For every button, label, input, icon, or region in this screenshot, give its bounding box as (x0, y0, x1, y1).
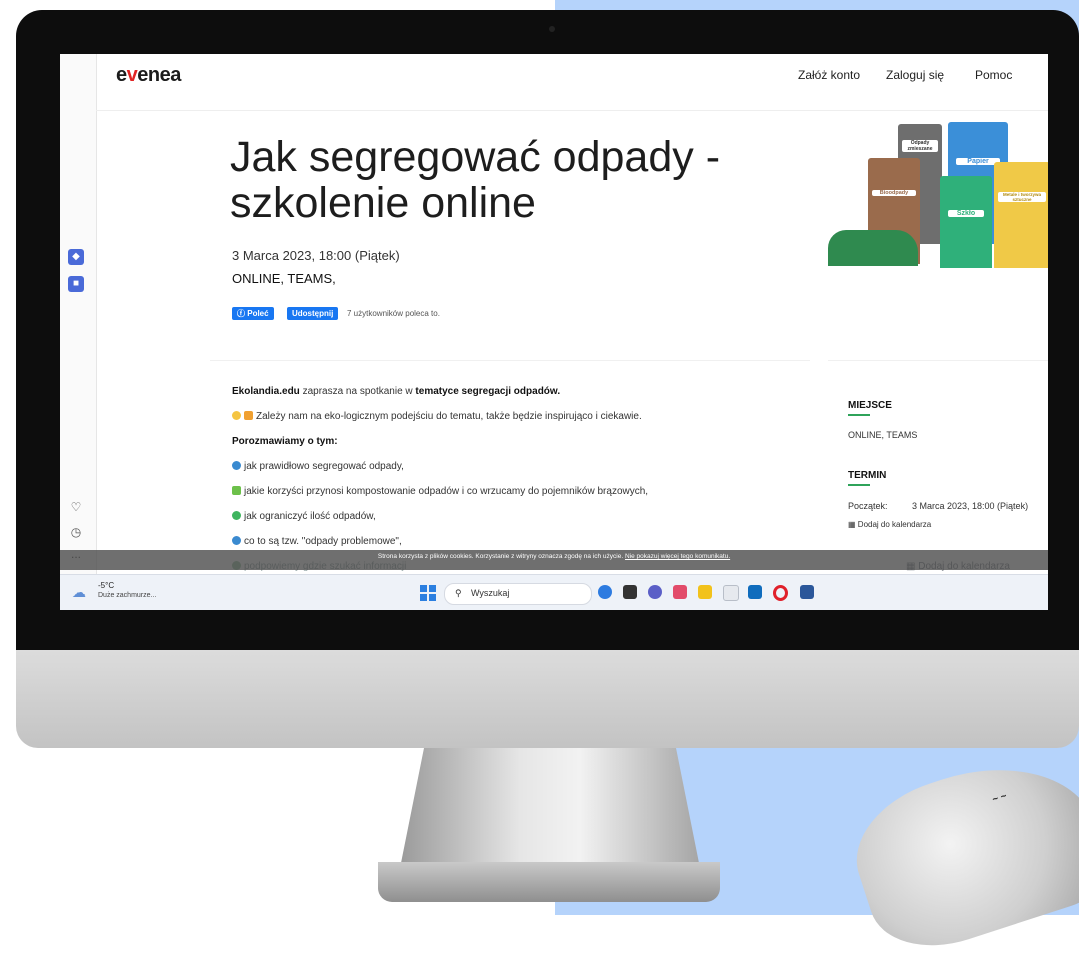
place-heading: MIEJSCE (848, 400, 892, 411)
monitor-stand-foot (378, 862, 720, 902)
task-view-icon[interactable] (623, 585, 637, 599)
windows-taskbar: ☁ -5°C Duże zachmurze... ⚲ Wyszukaj (60, 574, 1048, 610)
search-placeholder: Wyszukaj (471, 588, 510, 598)
pointing-hand-icon (244, 411, 253, 420)
intro-paragraph: Ekolandia.edu zaprasza na spotkanie w te… (232, 386, 561, 397)
term-heading: TERMIN (848, 470, 887, 481)
list-item: jakie korzyści przynosi kompostowanie od… (232, 486, 648, 497)
start-label: Początek: (848, 501, 888, 511)
seedling-icon (232, 486, 241, 495)
windows-start-icon[interactable] (420, 585, 436, 601)
event-date: 3 Marca 2023, 18:00 (Piątek) (232, 248, 400, 263)
event-location: ONLINE, TEAMS, (232, 271, 336, 286)
opera-browser-icon[interactable] (773, 585, 788, 601)
sidebar-app-icon[interactable]: ◆ (68, 249, 84, 265)
header-divider (96, 110, 1048, 111)
bin-metal: Metale i tworzywa sztuczne (994, 162, 1048, 268)
start-value: 3 Marca 2023, 18:00 (Piątek) (912, 501, 1029, 511)
recommend-button[interactable]: ⓕ Poleć (232, 307, 274, 320)
notepad-icon[interactable] (723, 585, 739, 601)
word-icon[interactable] (800, 585, 814, 599)
sidebar-divider (828, 360, 1048, 361)
list-item: jak ograniczyć ilość odpadów, (232, 511, 376, 522)
search-icon: ⚲ (455, 588, 462, 598)
globe-icon (232, 536, 241, 545)
bing-icon[interactable] (598, 585, 612, 599)
sidebar-outlook-icon[interactable]: ■ (68, 276, 84, 292)
history-icon[interactable]: ◷ (68, 525, 84, 539)
snipping-tool-icon[interactable] (673, 585, 687, 599)
content-divider (210, 360, 810, 361)
event-title: Jak segregować odpady - szkolenie online (230, 133, 721, 227)
paper-scribble: ~ ~ (991, 790, 1009, 806)
webcam (549, 26, 555, 32)
taskbar-search[interactable]: ⚲ Wyszukaj (444, 583, 592, 605)
chat-icon[interactable] (648, 585, 662, 599)
calendar-icon: ▦ (848, 520, 856, 529)
cookie-banner: Strona korzysta z plików cookies. Korzys… (60, 550, 1048, 570)
waste-bins-illustration: Odpady zmieszane Papier Bioodpady Szkło … (828, 118, 1048, 268)
nav-help[interactable]: Pomoc (975, 68, 1012, 82)
cookie-text: Strona korzysta z plików cookies. Korzys… (377, 553, 624, 560)
cookie-dismiss-link[interactable]: Nie pokazuj więcej tego komunikatu. (625, 553, 730, 560)
outlook-icon[interactable] (748, 585, 762, 599)
add-to-calendar-link[interactable]: ▦ Dodaj do kalendarza (848, 520, 931, 529)
heart-icon[interactable]: ♡ (68, 500, 84, 514)
bin-glass: Szkło (940, 176, 992, 268)
place-underline (848, 414, 870, 416)
screen: ◆ ■ ♡ ◷ ... evenea Załóż konto Zaloguj s… (60, 54, 1048, 610)
file-explorer-icon[interactable] (698, 585, 712, 599)
share-button[interactable]: Udostępnij (287, 307, 339, 320)
nav-signup[interactable]: Załóż konto (798, 68, 860, 82)
place-value: ONLINE, TEAMS (848, 430, 918, 440)
cloud-icon[interactable]: ☁ (72, 584, 86, 601)
recycle-icon (232, 511, 241, 520)
talk-heading: Porozmawiamy o tym: (232, 436, 338, 447)
monitor-chin (16, 650, 1079, 748)
recommend-count: 7 użytkowników poleca to. (347, 309, 440, 318)
browser-sidebar: ◆ ■ ♡ ◷ ... (60, 54, 97, 574)
globe-icon (232, 461, 241, 470)
weather-description[interactable]: Duże zachmurze... (98, 592, 156, 599)
term-underline (848, 484, 870, 486)
monitor-stand-neck (400, 748, 700, 868)
list-item: co to są tzw. "odpady problemowe", (232, 536, 402, 547)
eco-line: Zależy nam na eko-logicznym podejściu do… (232, 411, 642, 422)
evenea-logo[interactable]: evenea (116, 64, 181, 87)
list-item: jak prawidłowo segregować odpady, (232, 461, 404, 472)
nav-login[interactable]: Zaloguj się (886, 68, 944, 82)
bush-illustration (828, 230, 918, 266)
weather-temperature[interactable]: -5°C (98, 581, 114, 590)
smile-emoji-icon (232, 411, 241, 420)
